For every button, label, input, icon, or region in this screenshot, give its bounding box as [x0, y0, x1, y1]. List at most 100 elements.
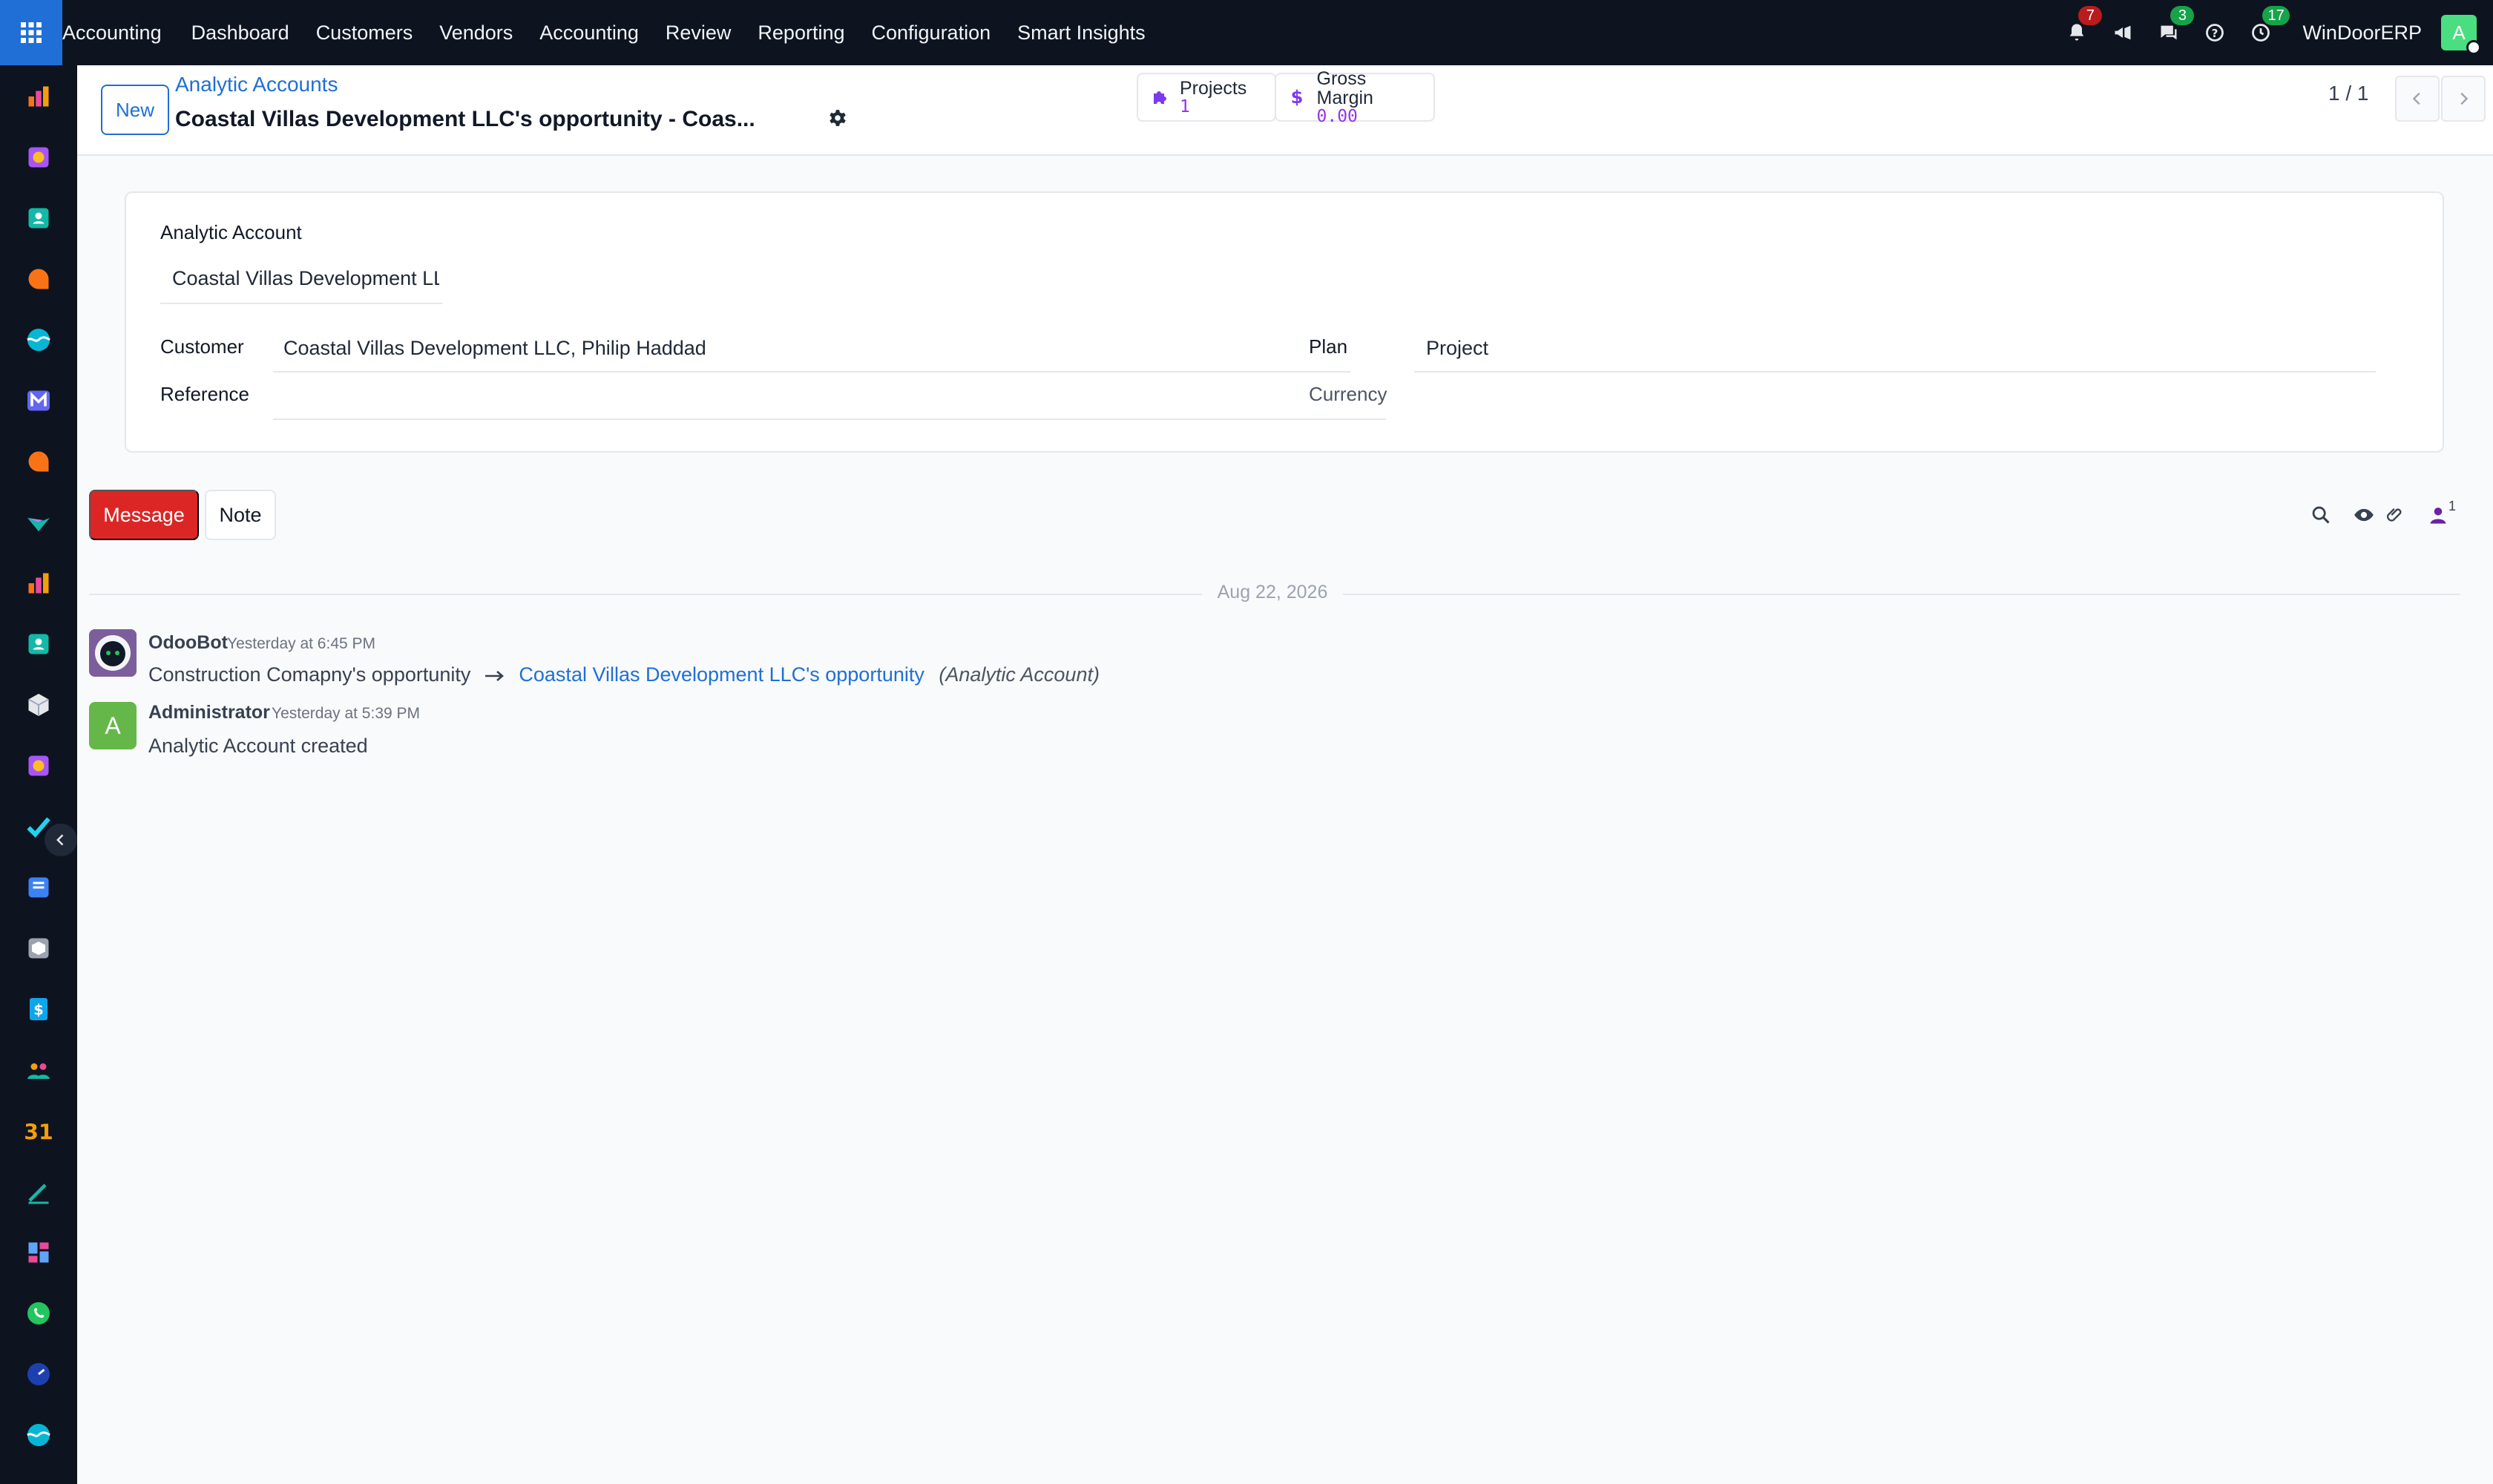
customer-input[interactable]: Coastal Villas Development LLC, Philip H… [283, 337, 1337, 360]
form-sheet: Analytic Account Coastal Villas Developm… [125, 191, 2444, 453]
sidebar-app-inventory[interactable] [24, 690, 53, 720]
sidebar-app-website[interactable] [24, 325, 53, 355]
follow-button[interactable] [2351, 502, 2377, 528]
log-note-button[interactable]: Note [205, 490, 276, 540]
people-icon [27, 1063, 50, 1079]
menu-customers[interactable]: Customers [316, 22, 413, 45]
breadcrumb-parent-link[interactable]: Analytic Accounts [175, 73, 338, 96]
sidebar-app-timesheets[interactable] [24, 1359, 53, 1389]
message-time: Yesterday at 6:45 PM [227, 635, 376, 652]
sidebar-app-employees[interactable] [24, 629, 53, 659]
dollar-doc-icon: $ [30, 998, 47, 1020]
record-title: Coastal Villas Development LLC's opportu… [175, 107, 755, 131]
tracking-old-value: Construction Comapny's opportunity [148, 663, 471, 686]
sidebar-app-website-2[interactable] [24, 1420, 53, 1450]
sidebar-app-planning[interactable] [24, 751, 53, 781]
plan-input[interactable]: Project [1426, 337, 2376, 360]
gear-icon [830, 110, 846, 126]
sidebar-app-reporting[interactable] [24, 568, 53, 598]
notifications-button[interactable]: 7 [2065, 6, 2103, 45]
checkmark-icon [27, 817, 50, 838]
sidebar-app-barcode[interactable] [24, 933, 53, 963]
gross-margin-label: Gross Margin [1316, 68, 1373, 108]
svg-text:31: 31 [24, 1120, 53, 1145]
send-message-button[interactable]: Message [89, 490, 199, 540]
reference-underline [273, 418, 1386, 420]
sidebar-app-calendar[interactable]: 31 [24, 1116, 53, 1146]
bar-chart-icon [28, 86, 49, 107]
activities-button[interactable]: 17 [2249, 6, 2290, 45]
plan-label: Plan [1309, 335, 1348, 358]
menu-dashboard[interactable]: Dashboard [191, 22, 289, 45]
stopwatch-icon [27, 1363, 50, 1385]
currency-label: Currency [1309, 383, 1387, 405]
speech-bubble-icon [28, 269, 49, 289]
sidebar-app-crm[interactable] [24, 508, 53, 537]
menu-review[interactable]: Review [666, 22, 732, 45]
app-name[interactable]: Accounting [62, 22, 162, 45]
sidebar-app-team[interactable] [24, 1055, 53, 1085]
user-avatar[interactable]: A [2441, 15, 2481, 55]
sidebar-app-invoicing[interactable]: $ [24, 994, 53, 1024]
customer-label: Customer [160, 335, 244, 358]
svg-text:$: $ [33, 1002, 44, 1019]
app-switcher-button[interactable] [0, 0, 62, 65]
actions-menu-button[interactable] [828, 108, 849, 129]
analytic-account-label: Analytic Account [160, 221, 302, 243]
help-button[interactable]: ? [2203, 21, 2227, 45]
pager-previous-button[interactable] [2395, 76, 2440, 122]
attachments-button[interactable] [2382, 502, 2408, 528]
pager-value[interactable]: 1 / 1 [2328, 82, 2368, 105]
palette-icon [28, 755, 49, 776]
analytic-account-underline [160, 303, 442, 304]
customer-underline [273, 371, 1350, 372]
messages-button[interactable]: 3 [2157, 6, 2195, 45]
sidebar-app-whatsapp[interactable] [24, 1298, 53, 1328]
sidebar-app-knowledge[interactable] [24, 873, 53, 902]
menu-accounting[interactable]: Accounting [539, 22, 639, 45]
projects-label: Projects [1180, 77, 1247, 99]
menu-configuration[interactable]: Configuration [872, 22, 991, 45]
administrator-avatar: A [89, 702, 137, 749]
robot-face-icon [89, 629, 137, 677]
mail-m-icon [27, 390, 50, 411]
sidebar-app-appraisal[interactable] [24, 142, 53, 172]
sidebar-app-sign[interactable] [24, 1177, 53, 1206]
sidebar-app-email-marketing[interactable] [24, 386, 53, 416]
contact-card-icon [28, 634, 49, 654]
company-switcher[interactable]: WinDoorERP [2302, 22, 2422, 45]
pager-next-button[interactable] [2441, 76, 2486, 122]
menu-reporting[interactable]: Reporting [758, 22, 844, 45]
sidebar-app-accounting[interactable] [24, 82, 53, 111]
sidebar-app-discuss[interactable] [24, 264, 53, 294]
search-icon [2312, 506, 2330, 524]
menu-smart-insights[interactable]: Smart Insights [1017, 22, 1146, 45]
gross-margin-smart-button[interactable]: $ Gross Margin 0.00 [1275, 69, 1435, 125]
administrator-initial: A [105, 712, 121, 739]
chat-icon [2161, 25, 2177, 40]
sidebar-app-project[interactable] [24, 812, 53, 841]
arrow-right-icon [485, 670, 504, 681]
wave-globe-icon [27, 1424, 50, 1446]
tracking-message-body: Construction Comapny's opportunity Coast… [148, 663, 1100, 686]
menu-vendors[interactable]: Vendors [439, 22, 513, 45]
sidebar-app-livechat[interactable] [24, 447, 53, 476]
notifications-badge: 7 [2078, 6, 2103, 25]
message-author[interactable]: OdooBot [148, 632, 228, 654]
chatter-search-button[interactable] [2308, 502, 2334, 528]
whatsapp-icon [27, 1302, 50, 1324]
followers-button[interactable] [2425, 502, 2451, 528]
analytic-account-input[interactable]: Coastal Villas Development LLC [172, 267, 439, 290]
message-author[interactable]: Administrator [148, 702, 270, 723]
sidebar-app-contacts[interactable] [24, 203, 53, 233]
sidebar-app-dashboards[interactable] [24, 1238, 53, 1267]
svg-text:?: ? [2212, 27, 2218, 40]
bell-icon [2070, 24, 2084, 41]
projects-smart-button[interactable]: Projects 1 [1137, 73, 1276, 122]
question-circle-icon: ? [2206, 24, 2224, 42]
announcements-button[interactable] [2111, 21, 2135, 45]
palette-icon [28, 147, 49, 168]
reference-input[interactable] [283, 384, 1367, 410]
tracking-field-name: (Analytic Account) [939, 663, 1100, 686]
new-button[interactable]: New [101, 85, 169, 135]
